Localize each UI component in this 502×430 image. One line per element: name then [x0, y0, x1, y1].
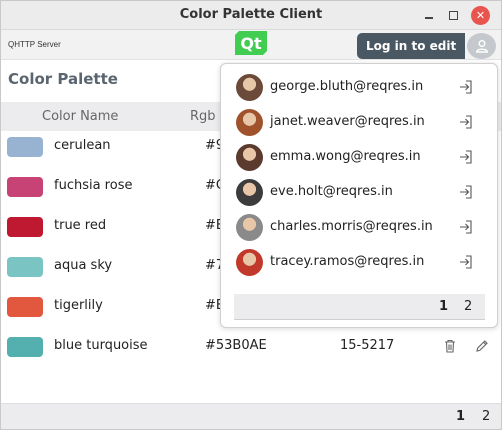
user-email: emma.wong@reqres.in — [270, 149, 421, 164]
app-header: QHTTP Server Qt Log in to edit — [1, 30, 501, 60]
users-popup: george.bluth@reqres.in janet.weaver@reqr… — [220, 63, 498, 328]
user-row[interactable]: emma.wong@reqres.in — [221, 140, 497, 175]
users-page-2-button[interactable]: 2 — [464, 299, 472, 314]
login-icon[interactable] — [457, 218, 475, 236]
user-email: george.bluth@reqres.in — [270, 79, 424, 94]
page-1-button[interactable]: 1 — [456, 409, 465, 424]
color-name: blue turquoise — [54, 338, 148, 353]
user-avatar — [236, 179, 263, 206]
color-swatch — [7, 217, 43, 237]
login-tooltip: Log in to edit — [357, 33, 466, 59]
user-email: eve.holt@reqres.in — [270, 184, 393, 199]
user-row[interactable]: charles.morris@reqres.in — [221, 210, 497, 245]
login-icon[interactable] — [457, 78, 475, 96]
table-pagination: 1 2 — [1, 403, 501, 429]
user-row[interactable]: george.bluth@reqres.in — [221, 70, 497, 105]
color-name: true red — [54, 218, 107, 233]
user-avatar — [236, 144, 263, 171]
user-menu-button[interactable] — [467, 33, 496, 59]
user-email: charles.morris@reqres.in — [270, 219, 433, 234]
login-icon[interactable] — [457, 183, 475, 201]
color-swatch — [7, 337, 43, 357]
user-avatar — [236, 214, 263, 241]
page-title: Color Palette — [8, 70, 118, 88]
user-avatar — [236, 109, 263, 136]
trash-icon — [445, 339, 455, 353]
user-avatar — [236, 249, 263, 276]
user-email: tracey.ramos@reqres.in — [270, 254, 425, 269]
color-swatch — [7, 257, 43, 277]
maximize-icon — [448, 10, 458, 20]
color-swatch — [7, 177, 43, 197]
login-icon[interactable] — [457, 253, 475, 271]
users-page-1-button[interactable]: 1 — [439, 299, 448, 314]
page-2-button[interactable]: 2 — [482, 409, 490, 424]
user-row[interactable]: eve.holt@reqres.in — [221, 175, 497, 210]
user-email: janet.weaver@reqres.in — [270, 114, 425, 129]
login-icon[interactable] — [457, 148, 475, 166]
color-name: cerulean — [54, 138, 111, 153]
delete-button[interactable] — [441, 337, 459, 355]
edit-button[interactable] — [473, 337, 491, 355]
pencil-icon — [476, 340, 488, 352]
qt-logo: Qt — [235, 31, 267, 55]
user-avatar — [236, 74, 263, 101]
user-row[interactable]: janet.weaver@reqres.in — [221, 105, 497, 140]
login-icon[interactable] — [457, 113, 475, 131]
color-name: tigerlily — [54, 298, 103, 313]
close-icon: ✕ — [475, 9, 486, 22]
users-pagination: 1 2 — [234, 294, 485, 320]
server-label: QHTTP Server — [8, 40, 61, 49]
color-name: fuchsia rose — [54, 178, 133, 193]
app-window: Color Palette Client ✕ QHTTP Server Qt L… — [0, 0, 502, 430]
minimize-button[interactable] — [419, 5, 439, 25]
color-pantone: 15-5217 — [340, 338, 395, 353]
user-icon — [475, 40, 488, 53]
user-row[interactable]: tracey.ramos@reqres.in — [221, 245, 497, 280]
color-name: aqua sky — [54, 258, 113, 273]
title-bar: Color Palette Client ✕ — [1, 1, 501, 30]
color-swatch — [7, 137, 43, 157]
minimize-icon — [425, 17, 433, 19]
column-header-color-name: Color Name — [42, 109, 119, 124]
color-swatch — [7, 297, 43, 317]
table-row[interactable]: blue turquoise #53B0AE 15-5217 — [1, 327, 501, 367]
maximize-button[interactable] — [443, 5, 463, 25]
color-hex: #53B0AE — [205, 338, 267, 353]
close-button[interactable]: ✕ — [471, 6, 490, 25]
